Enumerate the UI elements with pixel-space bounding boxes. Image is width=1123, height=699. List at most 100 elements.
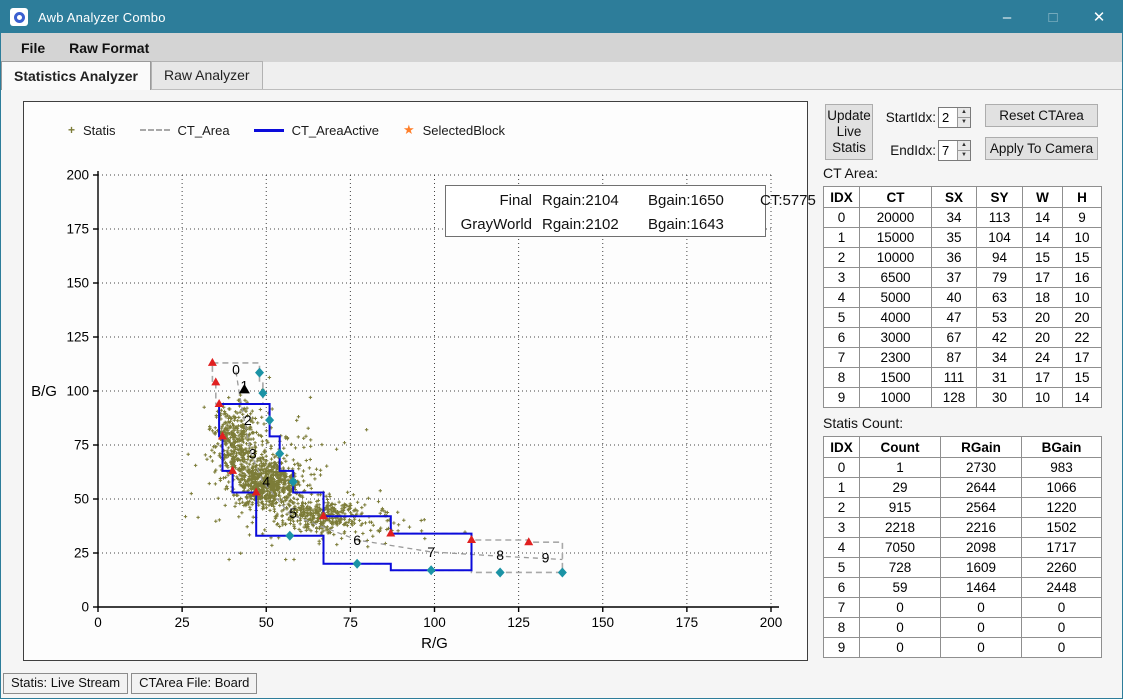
- info-box-cell: GrayWorld: [446, 214, 542, 235]
- x-tick-label: 150: [591, 615, 614, 630]
- cell[interactable]: 3000: [860, 328, 932, 348]
- legend-item-statis: +Statis: [68, 123, 116, 138]
- cell[interactable]: 53: [977, 308, 1023, 328]
- cell[interactable]: 5000: [860, 288, 932, 308]
- cell[interactable]: 2: [824, 248, 860, 268]
- cell[interactable]: 63: [977, 288, 1023, 308]
- endidx-down-button[interactable]: ▼: [958, 150, 970, 160]
- cell[interactable]: 9: [1063, 208, 1102, 228]
- cell[interactable]: 2300: [860, 348, 932, 368]
- maximize-button[interactable]: □: [1030, 1, 1076, 33]
- close-button[interactable]: ✕: [1076, 1, 1122, 33]
- cell[interactable]: 4000: [860, 308, 932, 328]
- cell[interactable]: 10000: [860, 248, 932, 268]
- table-header-row: IDXCTSXSYWH: [824, 187, 1102, 208]
- cell: 0: [1022, 618, 1102, 638]
- minimize-button[interactable]: –: [984, 1, 1030, 33]
- cell[interactable]: 8: [824, 368, 860, 388]
- cell[interactable]: 111: [932, 368, 977, 388]
- cell[interactable]: 20000: [860, 208, 932, 228]
- cell[interactable]: 113: [977, 208, 1023, 228]
- cell[interactable]: 42: [977, 328, 1023, 348]
- cell[interactable]: 17: [1063, 348, 1102, 368]
- tab-raw-analyzer[interactable]: Raw Analyzer: [151, 61, 263, 89]
- star-icon: ★: [403, 122, 415, 138]
- endidx-value[interactable]: 7: [939, 141, 957, 160]
- app-icon: [10, 8, 28, 26]
- cell[interactable]: 4: [824, 288, 860, 308]
- cell[interactable]: 15: [1063, 248, 1102, 268]
- cell[interactable]: 20: [1023, 328, 1063, 348]
- cell[interactable]: 3: [824, 268, 860, 288]
- cell[interactable]: 5: [824, 308, 860, 328]
- cell[interactable]: 10: [1063, 288, 1102, 308]
- cell[interactable]: 1500: [860, 368, 932, 388]
- y-tick-label: 150: [66, 276, 89, 291]
- cell[interactable]: 40: [932, 288, 977, 308]
- cell[interactable]: 14: [1023, 208, 1063, 228]
- cell[interactable]: 22: [1063, 328, 1102, 348]
- cell: 7050: [860, 538, 941, 558]
- cell[interactable]: 24: [1023, 348, 1063, 368]
- cell[interactable]: 79: [977, 268, 1023, 288]
- cell: 1066: [1022, 478, 1102, 498]
- cell[interactable]: 10: [1023, 388, 1063, 408]
- cell[interactable]: 128: [932, 388, 977, 408]
- cell[interactable]: 7: [824, 348, 860, 368]
- menu-item-file[interactable]: File: [9, 36, 57, 60]
- cell[interactable]: 15: [1063, 368, 1102, 388]
- cell[interactable]: 34: [977, 348, 1023, 368]
- cell: 0: [1022, 638, 1102, 658]
- startidx-up-button[interactable]: ▲: [958, 108, 970, 117]
- update-live-statis-button[interactable]: Update Live Statis: [825, 104, 873, 160]
- cell[interactable]: 1: [824, 228, 860, 248]
- cell[interactable]: 6: [824, 328, 860, 348]
- cell[interactable]: 31: [977, 368, 1023, 388]
- legend-label: CT_AreaActive: [292, 123, 379, 138]
- cell[interactable]: 17: [1023, 268, 1063, 288]
- startidx-down-button[interactable]: ▼: [958, 117, 970, 127]
- table-row: 65914642448: [824, 578, 1102, 598]
- endidx-spinner[interactable]: 7 ▲ ▼: [938, 140, 971, 161]
- tab-statistics-analyzer[interactable]: Statistics Analyzer: [1, 61, 151, 90]
- cell[interactable]: 94: [977, 248, 1023, 268]
- cell[interactable]: 1000: [860, 388, 932, 408]
- cell[interactable]: 15000: [860, 228, 932, 248]
- cell[interactable]: 15: [1023, 248, 1063, 268]
- cell: 1502: [1022, 518, 1102, 538]
- cell[interactable]: 34: [932, 208, 977, 228]
- cell[interactable]: 20: [1063, 308, 1102, 328]
- cell[interactable]: 104: [977, 228, 1023, 248]
- cell[interactable]: 14: [1063, 388, 1102, 408]
- cell[interactable]: 10: [1063, 228, 1102, 248]
- cell[interactable]: 87: [932, 348, 977, 368]
- cell: 5: [824, 558, 860, 578]
- legend-item-selectedblock: ★SelectedBlock: [403, 122, 505, 138]
- cell[interactable]: 18: [1023, 288, 1063, 308]
- x-tick-label: 175: [676, 615, 699, 630]
- cell[interactable]: 30: [977, 388, 1023, 408]
- cell[interactable]: 35: [932, 228, 977, 248]
- endidx-label: EndIdx:: [882, 143, 936, 158]
- ct-area-table[interactable]: IDXCTSXSYWH02000034113149115000351041410…: [823, 186, 1102, 408]
- cell[interactable]: 16: [1063, 268, 1102, 288]
- cell[interactable]: 6500: [860, 268, 932, 288]
- awb-chart-panel[interactable]: 0255075100125150175200025507510012515017…: [23, 101, 808, 661]
- cell[interactable]: 17: [1023, 368, 1063, 388]
- cell[interactable]: 9: [824, 388, 860, 408]
- endidx-up-button[interactable]: ▲: [958, 141, 970, 150]
- cell[interactable]: 37: [932, 268, 977, 288]
- cell[interactable]: 47: [932, 308, 977, 328]
- cell[interactable]: 67: [932, 328, 977, 348]
- startidx-spinner[interactable]: 2 ▲ ▼: [938, 107, 971, 128]
- cell[interactable]: 14: [1023, 228, 1063, 248]
- cell[interactable]: 36: [932, 248, 977, 268]
- apply-to-camera-button[interactable]: Apply To Camera: [985, 137, 1098, 160]
- x-axis-label: R/G: [421, 635, 448, 652]
- startidx-value[interactable]: 2: [939, 108, 957, 127]
- menu-item-raw-format[interactable]: Raw Format: [57, 36, 161, 60]
- cell[interactable]: 0: [824, 208, 860, 228]
- cell: 1: [860, 458, 941, 478]
- reset-ctarea-button[interactable]: Reset CTArea: [985, 104, 1098, 127]
- cell[interactable]: 20: [1023, 308, 1063, 328]
